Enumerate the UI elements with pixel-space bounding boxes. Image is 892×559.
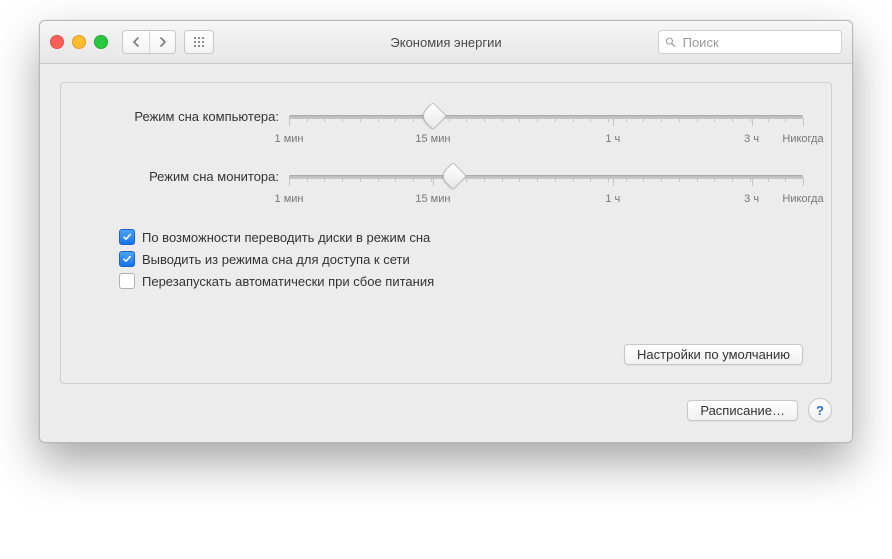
display-sleep-slider[interactable]: 1 мин 15 мин 1 ч 3 ч Никогда bbox=[289, 169, 803, 207]
tick-3h: 3 ч bbox=[744, 133, 759, 145]
search-input[interactable] bbox=[681, 34, 835, 51]
checkbox-group: По возможности переводить диски в режим … bbox=[119, 229, 803, 289]
computer-sleep-label: Режим сна компьютера: bbox=[89, 109, 289, 124]
slider-track bbox=[289, 175, 803, 179]
tick-1min: 1 мин bbox=[275, 193, 304, 205]
check-auto-restart[interactable]: Перезапускать автоматически при сбое пит… bbox=[119, 273, 803, 289]
chevron-right-icon bbox=[159, 37, 167, 47]
traffic-lights bbox=[50, 35, 108, 49]
zoom-icon[interactable] bbox=[94, 35, 108, 49]
check-label: Выводить из режима сна для доступа к сет… bbox=[142, 252, 410, 267]
slider-track bbox=[289, 115, 803, 119]
back-button[interactable] bbox=[123, 31, 149, 53]
grid-icon bbox=[193, 36, 205, 48]
tick-3h: 3 ч bbox=[744, 193, 759, 205]
tick-15min: 15 мин bbox=[415, 133, 450, 145]
close-icon[interactable] bbox=[50, 35, 64, 49]
tick-1min: 1 мин bbox=[275, 133, 304, 145]
checkbox-icon bbox=[119, 229, 135, 245]
display-sleep-row: Режим сна монитора: 1 мин 15 мин 1 ч 3 ч… bbox=[89, 169, 803, 207]
slider-tick-labels: 1 мин 15 мин 1 ч 3 ч Никогда bbox=[289, 133, 803, 147]
nav-segmented bbox=[122, 30, 176, 54]
schedule-button[interactable]: Расписание… bbox=[687, 400, 798, 421]
preferences-window: Экономия энергии Режим сна компьютера: 1… bbox=[39, 20, 853, 443]
settings-panel: Режим сна компьютера: 1 мин 15 мин 1 ч 3… bbox=[60, 82, 832, 384]
search-field[interactable] bbox=[658, 30, 842, 54]
slider-ticks bbox=[289, 118, 803, 126]
help-button[interactable]: ? bbox=[808, 398, 832, 422]
minimize-icon[interactable] bbox=[72, 35, 86, 49]
computer-sleep-slider[interactable]: 1 мин 15 мин 1 ч 3 ч Никогда bbox=[289, 109, 803, 147]
checkbox-icon bbox=[119, 251, 135, 267]
slider-ticks bbox=[289, 178, 803, 186]
check-label: По возможности переводить диски в режим … bbox=[142, 230, 430, 245]
help-icon: ? bbox=[816, 403, 824, 418]
tick-1h: 1 ч bbox=[605, 133, 620, 145]
restore-defaults-button[interactable]: Настройки по умолчанию bbox=[624, 344, 803, 365]
checkbox-icon bbox=[119, 273, 135, 289]
slider-tick-labels: 1 мин 15 мин 1 ч 3 ч Никогда bbox=[289, 193, 803, 207]
check-disks[interactable]: По возможности переводить диски в режим … bbox=[119, 229, 803, 245]
tick-never: Никогда bbox=[782, 193, 823, 205]
tick-never: Никогда bbox=[782, 133, 823, 145]
tick-15min: 15 мин bbox=[415, 193, 450, 205]
window-footer: Расписание… ? bbox=[60, 398, 832, 422]
computer-sleep-row: Режим сна компьютера: 1 мин 15 мин 1 ч 3… bbox=[89, 109, 803, 147]
check-wake-for-network[interactable]: Выводить из режима сна для доступа к сет… bbox=[119, 251, 803, 267]
chevron-left-icon bbox=[132, 37, 140, 47]
titlebar: Экономия энергии bbox=[40, 21, 852, 64]
check-label: Перезапускать автоматически при сбое пит… bbox=[142, 274, 434, 289]
panel-footer: Настройки по умолчанию bbox=[89, 344, 803, 365]
show-all-button[interactable] bbox=[184, 30, 214, 54]
search-icon bbox=[665, 36, 676, 48]
tick-1h: 1 ч bbox=[605, 193, 620, 205]
forward-button[interactable] bbox=[149, 31, 175, 53]
display-sleep-label: Режим сна монитора: bbox=[89, 169, 289, 184]
window-body: Режим сна компьютера: 1 мин 15 мин 1 ч 3… bbox=[40, 64, 852, 442]
